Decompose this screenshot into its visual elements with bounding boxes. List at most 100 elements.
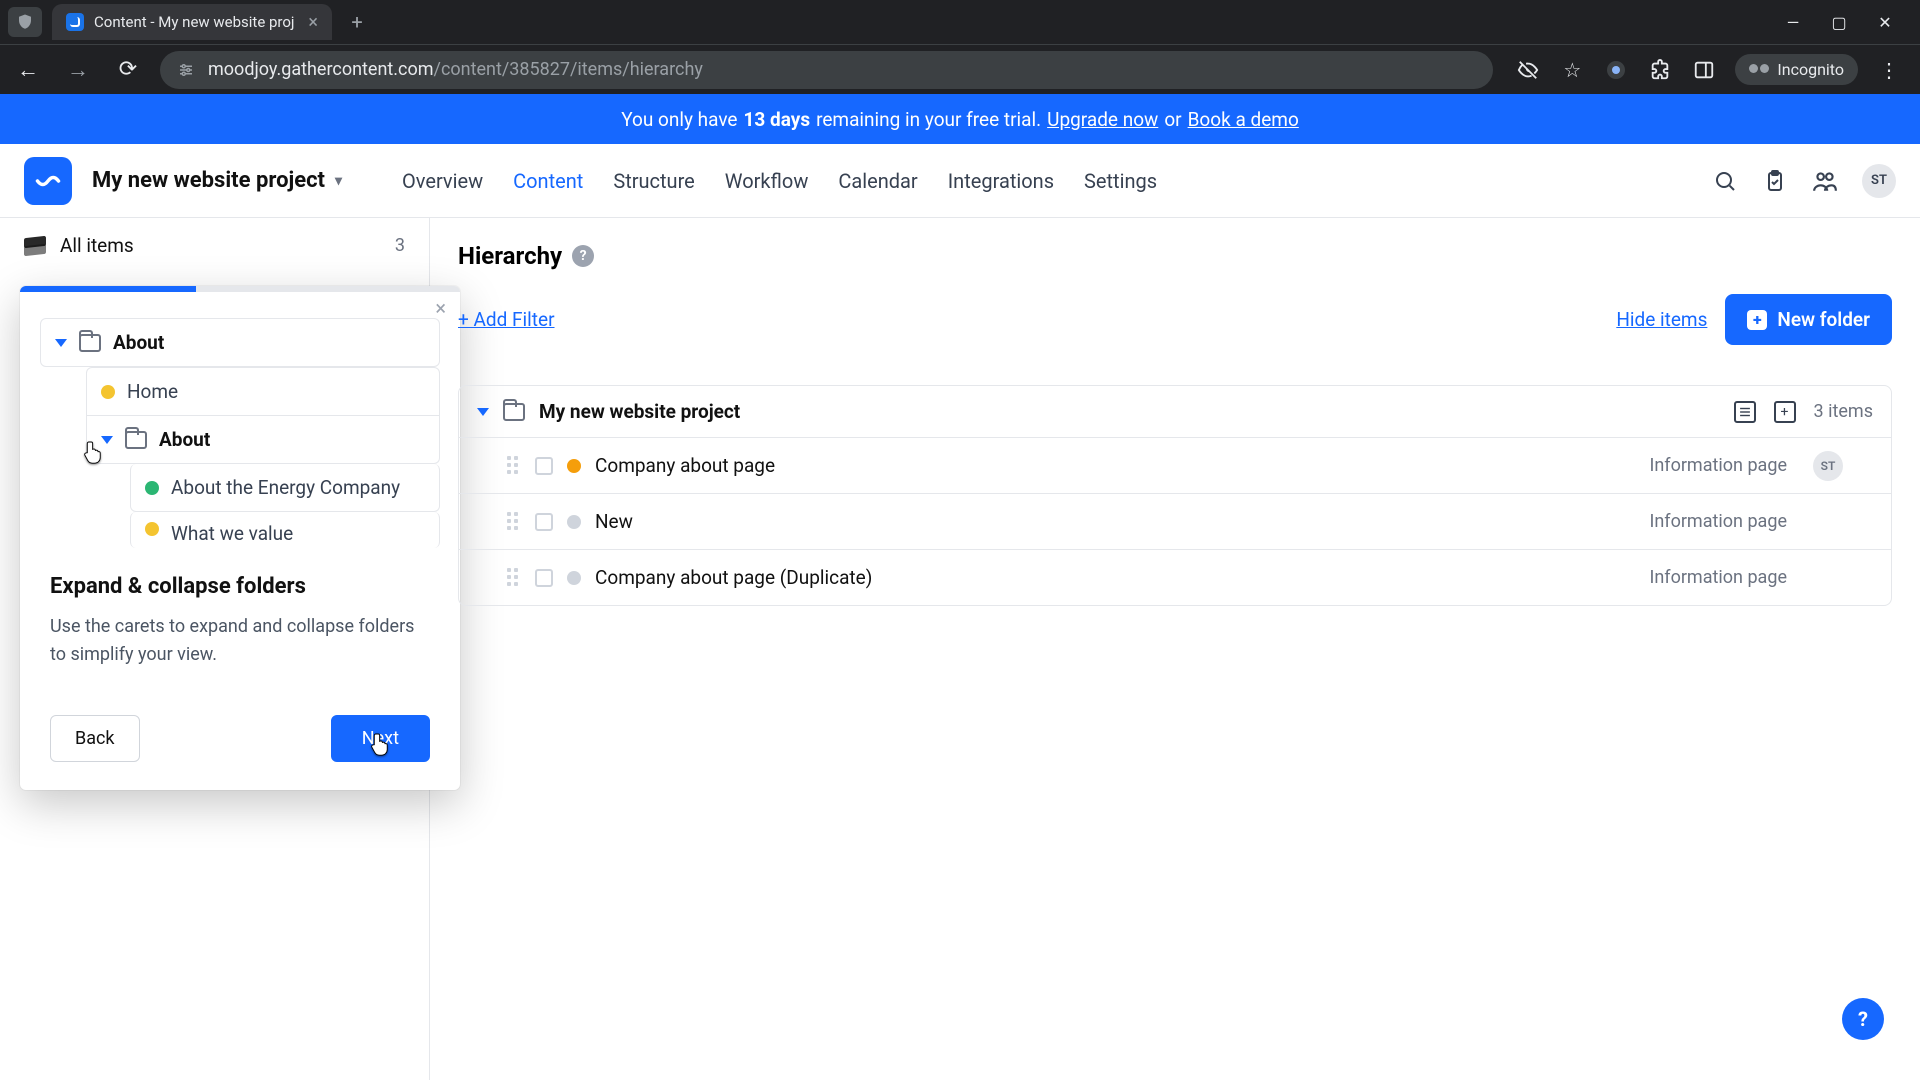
folder-label: About xyxy=(159,428,210,451)
nav-overview[interactable]: Overview xyxy=(402,169,483,193)
close-window-icon[interactable]: ✕ xyxy=(1876,13,1894,32)
onboarding-tour-popover: × About Home About xyxy=(20,286,460,790)
layers-icon xyxy=(24,235,46,257)
hide-items-button[interactable]: Hide items xyxy=(1616,308,1707,331)
book-demo-link[interactable]: Book a demo xyxy=(1188,108,1299,131)
address-bar[interactable]: moodjoy.gathercontent.com/content/385827… xyxy=(160,51,1493,89)
upgrade-link[interactable]: Upgrade now xyxy=(1047,108,1158,131)
help-icon[interactable]: ? xyxy=(572,245,594,267)
all-items-count: 3 xyxy=(395,235,405,256)
item-title: Company about page (Duplicate) xyxy=(595,566,872,589)
back-button[interactable]: Back xyxy=(50,715,140,762)
item-title: Company about page xyxy=(595,454,775,477)
user-avatar[interactable]: ST xyxy=(1862,164,1896,198)
tree-root-row[interactable]: My new website project + 3 items xyxy=(458,385,1892,438)
profile-shield-icon[interactable] xyxy=(8,7,42,37)
star-icon[interactable]: ☆ xyxy=(1559,57,1585,83)
preview-folder-about-nested: About xyxy=(86,416,440,464)
trial-banner: You only have 13 days remaining in your … xyxy=(0,94,1920,144)
tab-favicon xyxy=(66,13,84,31)
root-folder-label: My new website project xyxy=(539,400,740,423)
sidepanel-icon[interactable] xyxy=(1691,57,1717,83)
back-button[interactable]: ← xyxy=(10,52,46,88)
minimize-icon[interactable]: — xyxy=(1784,13,1802,32)
status-dot-icon xyxy=(145,481,159,495)
drag-handle-icon[interactable] xyxy=(507,512,521,532)
item-avatar: ST xyxy=(1813,451,1843,481)
checkbox[interactable] xyxy=(535,457,553,475)
sidebar-all-items[interactable]: All items 3 xyxy=(0,218,429,273)
drag-handle-icon[interactable] xyxy=(507,456,521,476)
item-title: New xyxy=(595,510,633,533)
checkbox[interactable] xyxy=(535,569,553,587)
next-button[interactable]: Next xyxy=(331,715,430,762)
trial-days: 13 days xyxy=(744,108,811,131)
page-title: Hierarchy ? xyxy=(458,242,1892,270)
eye-off-icon[interactable] xyxy=(1515,57,1541,83)
tour-body: Use the carets to expand and collapse fo… xyxy=(50,613,430,669)
site-settings-icon[interactable] xyxy=(176,60,196,80)
nav-structure[interactable]: Structure xyxy=(613,169,694,193)
item-label: Home xyxy=(127,380,178,403)
list-view-icon[interactable] xyxy=(1734,401,1756,423)
trial-prefix: You only have xyxy=(621,108,737,131)
app-logo[interactable] xyxy=(24,157,72,205)
drag-handle-icon[interactable] xyxy=(507,568,521,588)
help-fab[interactable]: ? xyxy=(1842,998,1884,1040)
status-dot-icon xyxy=(101,385,115,399)
new-folder-label: New folder xyxy=(1777,308,1870,331)
tree-item-row[interactable]: Company about page Information page ST xyxy=(458,438,1892,494)
nav-content[interactable]: Content xyxy=(513,169,583,193)
main-content: Hierarchy ? + Add Filter Hide items + Ne… xyxy=(430,218,1920,1080)
status-dot-icon xyxy=(567,515,581,529)
tour-title: Expand & collapse folders xyxy=(50,574,430,599)
tour-preview: About Home About About the Energy Com xyxy=(20,292,460,548)
clipboard-icon[interactable] xyxy=(1762,168,1788,194)
people-icon[interactable] xyxy=(1812,168,1838,194)
maximize-icon[interactable]: ▢ xyxy=(1830,13,1848,32)
nav-calendar[interactable]: Calendar xyxy=(838,169,917,193)
incognito-badge[interactable]: Incognito xyxy=(1735,54,1858,85)
add-item-icon[interactable]: + xyxy=(1774,401,1796,423)
search-icon[interactable] xyxy=(1712,168,1738,194)
caret-down-icon[interactable] xyxy=(477,408,489,416)
items-count: 3 items xyxy=(1814,401,1873,422)
chevron-down-icon: ▾ xyxy=(335,173,342,189)
caret-down-icon[interactable] xyxy=(101,436,113,444)
preview-item-value: What we value xyxy=(130,512,440,548)
preview-folder-about: About xyxy=(40,318,440,367)
cursor-hand-icon xyxy=(83,440,105,466)
kebab-menu-icon[interactable]: ⋮ xyxy=(1876,57,1902,83)
next-label: Next xyxy=(362,728,399,749)
hierarchy-tree: My new website project + 3 items Company… xyxy=(458,385,1892,606)
incognito-icon xyxy=(1749,64,1769,76)
checkbox[interactable] xyxy=(535,513,553,531)
nav-integrations[interactable]: Integrations xyxy=(948,169,1054,193)
reload-button[interactable]: ⟳ xyxy=(110,52,146,88)
status-dot-icon xyxy=(567,459,581,473)
add-filter-button[interactable]: + Add Filter xyxy=(458,308,555,331)
nav-workflow[interactable]: Workflow xyxy=(725,169,809,193)
forward-button[interactable]: → xyxy=(60,52,96,88)
item-label: What we value xyxy=(171,522,293,545)
item-label: About the Energy Company xyxy=(171,476,400,499)
tree-item-row[interactable]: Company about page (Duplicate) Informati… xyxy=(458,550,1892,606)
sidebar: All items 3 × About Home Ab xyxy=(0,218,430,1080)
preview-item-energy: About the Energy Company xyxy=(130,464,440,512)
item-type: Information page xyxy=(1649,455,1787,476)
folder-icon xyxy=(503,403,525,421)
new-tab-button[interactable]: + xyxy=(342,7,372,37)
project-switcher[interactable]: My new website project ▾ xyxy=(92,168,342,193)
new-folder-button[interactable]: + New folder xyxy=(1725,294,1892,345)
tab-title: Content - My new website proj xyxy=(94,13,295,31)
browser-tab[interactable]: Content - My new website proj × xyxy=(52,4,332,40)
extensions-icon[interactable] xyxy=(1647,57,1673,83)
caret-down-icon[interactable] xyxy=(55,339,67,347)
extension-dot-icon[interactable] xyxy=(1603,57,1629,83)
all-items-label: All items xyxy=(60,234,134,257)
status-dot-icon xyxy=(145,522,159,536)
close-icon[interactable]: × xyxy=(308,12,318,33)
trial-middle: remaining in your free trial. xyxy=(816,108,1041,131)
nav-settings[interactable]: Settings xyxy=(1084,169,1157,193)
tree-item-row[interactable]: New Information page xyxy=(458,494,1892,550)
